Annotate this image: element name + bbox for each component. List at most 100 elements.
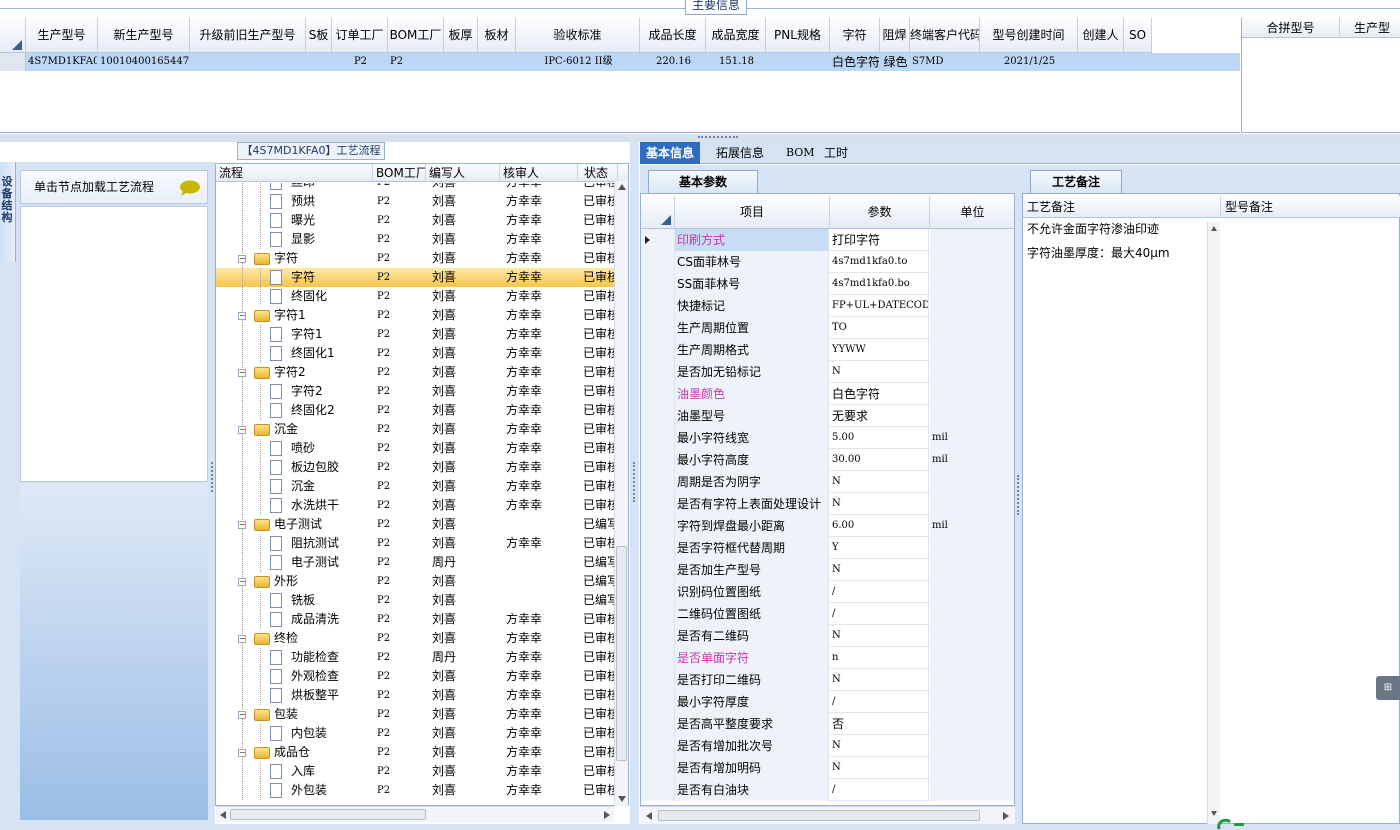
- param-row[interactable]: 油墨型号 无要求: [641, 405, 1014, 427]
- tree-leaf-node[interactable]: 字符1 P2 刘喜 方幸幸 已审核: [216, 325, 616, 344]
- col-header-board-thickness[interactable]: 板厚: [444, 18, 478, 53]
- col-header-silkscreen[interactable]: 字符: [830, 18, 880, 53]
- param-value[interactable]: 6.00: [830, 515, 929, 537]
- tree-group-node[interactable]: − 终检 P2 刘喜 方幸幸 已审核: [216, 629, 616, 648]
- tree-group-node[interactable]: − 包装 P2 刘喜 方幸幸 已审核: [216, 705, 616, 724]
- tab-basic-params[interactable]: 基本参数: [648, 170, 758, 194]
- param-row[interactable]: 最小字符厚度 /: [641, 691, 1014, 713]
- cell-board-thickness[interactable]: [446, 53, 477, 71]
- param-value[interactable]: 5.00: [830, 427, 929, 449]
- col-header-item[interactable]: 项目: [675, 196, 830, 229]
- model-grid[interactable]: 生产型号 新生产型号 升级前旧生产型号 S板 订单工厂 BOM工厂 板厚 板材 验收标准 成品长度…: [0, 18, 1240, 133]
- param-row[interactable]: 最小字符高度 30.00 mil: [641, 449, 1014, 471]
- param-row[interactable]: 快捷标记 FP+UL+DATECODE: [641, 295, 1014, 317]
- param-row[interactable]: 字符到焊盘最小距离 6.00 mil: [641, 515, 1014, 537]
- tree-leaf-node[interactable]: 电子测试 P2 周丹 已编写: [216, 553, 616, 572]
- param-value[interactable]: /: [830, 581, 929, 603]
- param-row[interactable]: 油墨颜色 白色字符: [641, 383, 1014, 405]
- param-row[interactable]: 是否有白油块 /: [641, 779, 1014, 801]
- param-row[interactable]: 是否加无铅标记 N: [641, 361, 1014, 383]
- param-value[interactable]: Y: [830, 537, 929, 559]
- param-value[interactable]: 打印字符: [830, 229, 929, 251]
- tree-leaf-node[interactable]: 烘板整平 P2 刘喜 方幸幸 已审核: [216, 686, 616, 705]
- cell-new-production-model[interactable]: 10010400165447: [100, 53, 189, 71]
- process-tree[interactable]: 流程 BOM工厂 编写人 核审人 状态 丝印P2刘喜方幸幸已审核预烘P2刘喜方幸…: [215, 163, 629, 806]
- col-header-reviewer[interactable]: 核审人: [500, 164, 578, 182]
- param-row[interactable]: 印刷方式 打印字符: [641, 229, 1014, 251]
- cell-pnl-spec[interactable]: [768, 53, 829, 71]
- tree-leaf-node[interactable]: 内包装 P2 刘喜 方幸幸 已审核: [216, 724, 616, 743]
- param-row[interactable]: 是否有增加明码 N: [641, 757, 1014, 779]
- equipment-tree-area[interactable]: [20, 206, 208, 482]
- param-value[interactable]: 4s7md1kfa0.to: [830, 251, 929, 273]
- collapse-toggle-icon[interactable]: −: [238, 255, 246, 263]
- param-value[interactable]: N: [830, 493, 929, 515]
- col-header-production-model[interactable]: 生产型号: [26, 18, 98, 53]
- param-row[interactable]: 是否单面字符 n: [641, 647, 1014, 669]
- collapse-toggle-icon[interactable]: −: [238, 369, 246, 377]
- tree-leaf-node[interactable]: 铣板 P2 刘喜 已编写: [216, 591, 616, 610]
- tree-group-node[interactable]: − 外形 P2 刘喜 已编写: [216, 572, 616, 591]
- tree-leaf-node[interactable]: 字符 P2 刘喜 方幸幸 已审核: [216, 268, 616, 287]
- scroll-thumb[interactable]: [616, 546, 627, 761]
- param-value[interactable]: 白色字符: [830, 383, 929, 405]
- tab-basic-info[interactable]: 基本信息: [640, 142, 701, 164]
- tree-leaf-node[interactable]: 入库 P2 刘喜 方幸幸 已审核: [216, 762, 616, 781]
- cell-customer-code[interactable]: S7MD: [912, 53, 979, 71]
- param-row[interactable]: 是否高平整度要求否: [641, 713, 1014, 735]
- param-row[interactable]: 生产周期位置 TO: [641, 317, 1014, 339]
- tree-leaf-node[interactable]: 终固化 P2 刘喜 方幸幸 已审核: [216, 287, 616, 306]
- col-header-production-model[interactable]: 生产型: [1340, 18, 1400, 38]
- param-value[interactable]: 4s7md1kfa0.bo: [830, 273, 929, 295]
- cell-order-factory[interactable]: P2: [334, 53, 387, 71]
- tree-leaf-node[interactable]: 成品清洗 P2 刘喜 方幸幸 已审核: [216, 610, 616, 629]
- cell-model-created-time[interactable]: 2021/1/25: [982, 53, 1077, 71]
- collapse-toggle-icon[interactable]: −: [238, 312, 246, 320]
- param-row[interactable]: 生产周期格式 YYWW: [641, 339, 1014, 361]
- collapse-toggle-icon[interactable]: −: [238, 711, 246, 719]
- cell-production-model[interactable]: 4S7MD1KFA0: [28, 53, 97, 71]
- param-value[interactable]: N: [830, 735, 929, 757]
- param-row[interactable]: 是否有二维码 N: [641, 625, 1014, 647]
- cell-creator[interactable]: [1080, 53, 1123, 71]
- col-header-acceptance-standard[interactable]: 验收标准: [516, 18, 640, 53]
- col-header-new-production-model[interactable]: 新生产型号: [98, 18, 190, 53]
- tree-group-node[interactable]: − 电子测试 P2 刘喜 已编写: [216, 515, 616, 534]
- tree-leaf-node[interactable]: 曝光 P2 刘喜 方幸幸 已审核: [216, 211, 616, 230]
- param-value[interactable]: YYWW: [830, 339, 929, 361]
- tree-leaf-node[interactable]: 外包装 P2 刘喜 方幸幸 已审核: [216, 781, 616, 800]
- merge-model-grid[interactable]: 合拼型号 生产型: [1241, 18, 1400, 133]
- collapse-toggle-icon[interactable]: −: [238, 578, 246, 586]
- col-header-pnl-spec[interactable]: PNL规格: [766, 18, 830, 53]
- col-header-so[interactable]: SO: [1124, 18, 1152, 53]
- col-header-finished-length[interactable]: 成品长度: [640, 18, 706, 53]
- cell-so[interactable]: [1126, 53, 1151, 71]
- cell-bom-factory[interactable]: P2: [390, 53, 443, 71]
- param-value[interactable]: /: [830, 779, 929, 801]
- param-value[interactable]: /: [830, 691, 929, 713]
- tree-leaf-node[interactable]: 显影 P2 刘喜 方幸幸 已审核: [216, 230, 616, 249]
- tree-leaf-node[interactable]: 喷砂 P2 刘喜 方幸幸 已审核: [216, 439, 616, 458]
- param-row[interactable]: SS面菲林号 4s7md1kfa0.bo: [641, 273, 1014, 295]
- cell-acceptance-standard[interactable]: IPC-6012 II级: [518, 53, 639, 71]
- param-grid[interactable]: 项目 参数 单位 印刷方式 打印字符 CS面菲林号 4s7md1kfa0.to SS面菲…: [640, 193, 1015, 806]
- param-row[interactable]: CS面菲林号 4s7md1kfa0.to: [641, 251, 1014, 273]
- cell-silkscreen[interactable]: 白色字符: [832, 53, 879, 71]
- param-value[interactable]: N: [830, 669, 929, 691]
- col-header-s-board[interactable]: S板: [306, 18, 332, 53]
- process-remark-line[interactable]: 不允许金面字符渗油印迹: [1027, 220, 1159, 238]
- col-header-process-remark[interactable]: 工艺备注: [1023, 196, 1221, 218]
- param-row[interactable]: 识别码位置图纸 /: [641, 581, 1014, 603]
- splitter-right[interactable]: [1015, 165, 1022, 824]
- collapse-toggle-icon[interactable]: −: [238, 426, 246, 434]
- cell-finished-width[interactable]: 151.18: [708, 53, 765, 71]
- col-header-unit[interactable]: 单位: [930, 196, 1014, 229]
- col-header-model-remark[interactable]: 型号备注: [1221, 196, 1400, 218]
- tree-group-node[interactable]: − 成品仓 P2 刘喜 方幸幸 已审核: [216, 743, 616, 762]
- splitter-horizontal[interactable]: [0, 134, 1400, 142]
- param-value[interactable]: 否: [830, 713, 929, 735]
- collapse-toggle-icon[interactable]: −: [238, 521, 246, 529]
- tree-leaf-node[interactable]: 字符2 P2 刘喜 方幸幸 已审核: [216, 382, 616, 401]
- param-value[interactable]: N: [830, 559, 929, 581]
- param-row[interactable]: 二维码位置图纸 /: [641, 603, 1014, 625]
